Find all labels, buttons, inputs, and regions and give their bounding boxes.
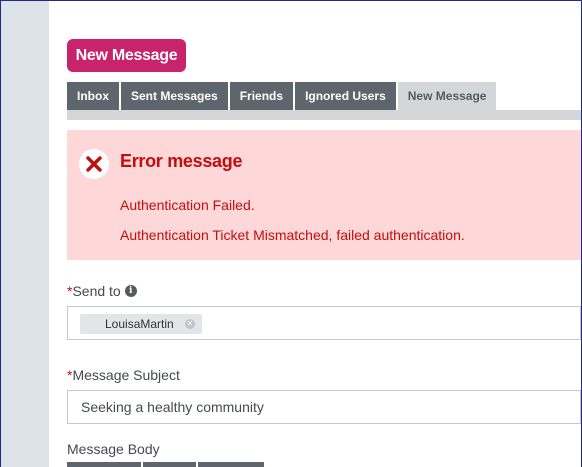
- message-subject-field[interactable]: [67, 390, 581, 424]
- send-to-input[interactable]: LouisaMartin ✕: [67, 306, 581, 340]
- tab-bar-underline: [67, 110, 581, 120]
- message-subject-label: *Message Subject: [67, 367, 180, 383]
- message-subject-label-text: Message Subject: [72, 367, 180, 383]
- main-content: New Message Inbox Sent Messages Friends …: [49, 1, 581, 467]
- tab-inbox[interactable]: Inbox: [67, 82, 119, 110]
- left-rail: [1, 1, 49, 467]
- recipient-chip: LouisaMartin ✕: [80, 314, 202, 334]
- new-message-title-button[interactable]: New Message: [67, 39, 186, 72]
- send-to-label-text: Send to: [72, 283, 121, 299]
- message-body-label: Message Body: [67, 441, 160, 457]
- send-to-label: *Send to i: [67, 283, 137, 299]
- editor-toolbar: [67, 462, 264, 467]
- remove-recipient-icon[interactable]: ✕: [185, 319, 195, 329]
- toolbar-button[interactable]: [198, 462, 264, 467]
- message-tabs: Inbox Sent Messages Friends Ignored User…: [67, 82, 581, 110]
- x-circle-icon: [79, 149, 109, 179]
- error-message-box: Error message Authentication Failed. Aut…: [67, 130, 581, 260]
- error-title: Error message: [120, 151, 243, 171]
- toolbar-button[interactable]: [67, 462, 141, 467]
- error-line: Authentication Ticket Mismatched, failed…: [120, 227, 465, 243]
- message-body-label-text: Message Body: [67, 441, 160, 457]
- recipient-name: LouisaMartin: [105, 317, 174, 331]
- tab-friends[interactable]: Friends: [229, 82, 294, 110]
- tab-ignored-users[interactable]: Ignored Users: [295, 82, 396, 110]
- tab-sent-messages[interactable]: Sent Messages: [121, 82, 228, 110]
- tab-new-message[interactable]: New Message: [397, 82, 497, 110]
- message-subject-input[interactable]: [68, 391, 580, 423]
- toolbar-button[interactable]: [143, 462, 196, 467]
- error-line: Authentication Failed.: [120, 197, 255, 213]
- info-icon[interactable]: i: [124, 285, 137, 297]
